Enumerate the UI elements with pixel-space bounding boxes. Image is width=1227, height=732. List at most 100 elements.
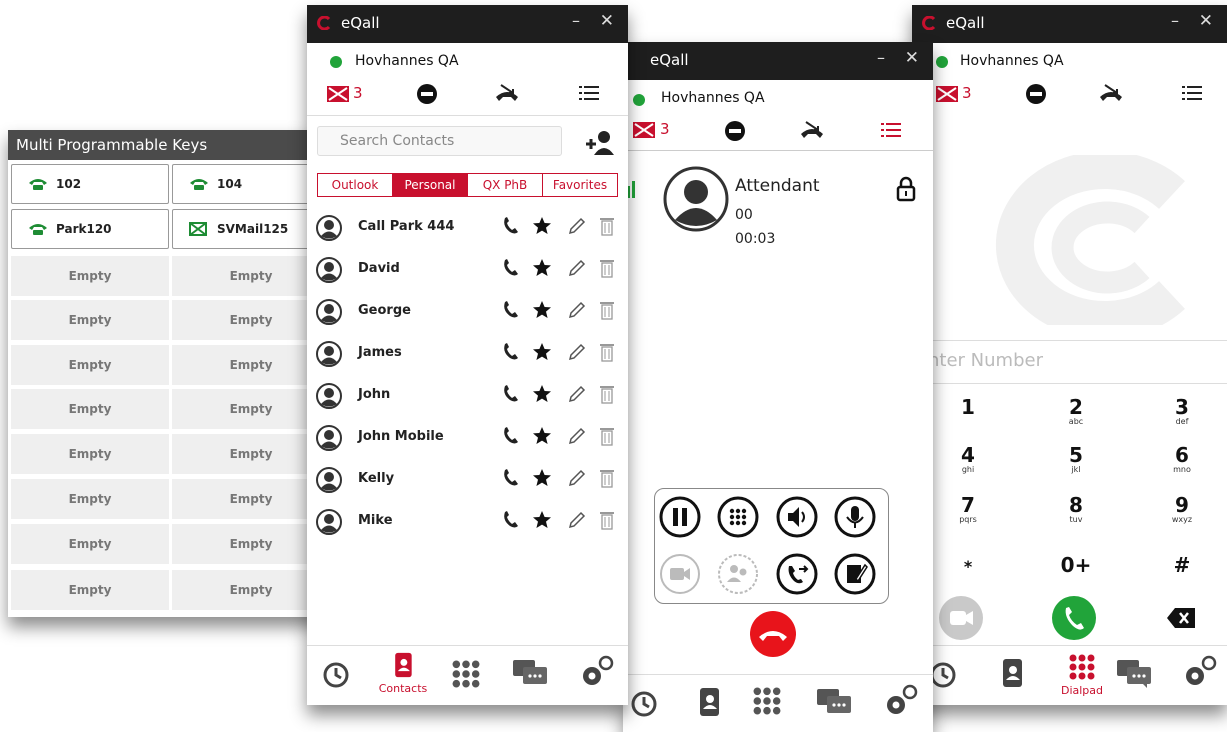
dialpad-key-star[interactable]: * (948, 557, 988, 577)
minimize-button[interactable]: – (1171, 11, 1179, 30)
voicemail-icon[interactable] (327, 86, 349, 102)
contact-row[interactable]: James (307, 333, 627, 375)
speaker-button[interactable] (776, 496, 818, 538)
dialpad-key-hash[interactable]: # (1162, 555, 1202, 575)
favorite-star-icon[interactable] (532, 510, 552, 530)
mpk-key-empty[interactable]: Empty (172, 300, 328, 340)
contacts-icon[interactable] (1000, 658, 1024, 688)
dialpad-icon[interactable] (452, 660, 480, 688)
dnd-icon[interactable] (417, 84, 437, 104)
dnd-icon[interactable] (1026, 84, 1046, 104)
edit-pencil-icon[interactable] (567, 216, 587, 236)
voicemail-icon[interactable] (633, 122, 655, 138)
contacts-icon[interactable] (697, 687, 721, 717)
settings-icon[interactable] (883, 683, 919, 719)
contact-row[interactable]: David (307, 249, 627, 291)
mpk-key-empty[interactable]: Empty (11, 479, 169, 519)
dialpad-key-9[interactable]: 9 wxyz (1162, 495, 1202, 524)
history-icon[interactable] (321, 660, 351, 690)
call-forward-icon[interactable] (494, 83, 520, 105)
favorite-star-icon[interactable] (532, 426, 552, 446)
mpk-key-empty[interactable]: Empty (11, 256, 169, 296)
history-icon[interactable] (629, 689, 659, 719)
contact-row[interactable]: John Mobile (307, 417, 627, 459)
delete-trash-icon[interactable] (599, 510, 615, 530)
tab-outlook[interactable]: Outlook (318, 174, 393, 196)
call-forward-icon[interactable] (1098, 83, 1124, 105)
dialpad-key-2[interactable]: 2 abc (1056, 397, 1096, 426)
mpk-key-empty[interactable]: Empty (11, 570, 169, 610)
number-input[interactable]: nter Number (912, 340, 1227, 384)
call-contact-icon[interactable] (502, 385, 520, 403)
contact-row[interactable]: Kelly (307, 459, 627, 501)
mpk-key-empty[interactable]: Empty (172, 479, 328, 519)
edit-pencil-icon[interactable] (567, 426, 587, 446)
call-contact-icon[interactable] (502, 301, 520, 319)
mpk-key-empty[interactable]: Empty (172, 256, 328, 296)
mpk-key-102[interactable]: 102 (11, 164, 169, 204)
dialpad-key-7[interactable]: 7 pqrs (948, 495, 988, 524)
dial-call-button[interactable] (1051, 595, 1097, 641)
nav-contacts[interactable]: Contacts (373, 652, 433, 695)
tab-favorites[interactable]: Favorites (543, 174, 617, 196)
delete-trash-icon[interactable] (599, 426, 615, 446)
hangup-button[interactable] (749, 610, 797, 658)
edit-pencil-icon[interactable] (567, 342, 587, 362)
delete-trash-icon[interactable] (599, 342, 615, 362)
mpk-key-empty[interactable]: Empty (11, 434, 169, 474)
close-button[interactable]: ✕ (600, 11, 614, 31)
mpk-key-park120[interactable]: Park120 (11, 209, 169, 249)
notes-button[interactable] (834, 553, 876, 595)
dialpad-key-8[interactable]: 8 tuv (1056, 495, 1096, 524)
video-call-button[interactable] (938, 595, 984, 641)
contact-row[interactable]: George (307, 291, 627, 333)
close-button[interactable]: ✕ (905, 48, 919, 68)
delete-trash-icon[interactable] (599, 300, 615, 320)
dnd-icon[interactable] (725, 121, 745, 141)
mpk-key-empty[interactable]: Empty (172, 524, 328, 564)
voicemail-icon[interactable] (936, 86, 958, 102)
edit-pencil-icon[interactable] (567, 300, 587, 320)
favorite-star-icon[interactable] (532, 216, 552, 236)
keypad-button[interactable] (717, 496, 759, 538)
edit-pencil-icon[interactable] (567, 384, 587, 404)
backspace-icon[interactable] (1167, 608, 1195, 628)
contact-row[interactable]: Call Park 444 (307, 207, 627, 249)
dialpad-icon[interactable] (753, 687, 781, 715)
dialpad-key-1[interactable]: 1 (948, 397, 988, 417)
favorite-star-icon[interactable] (532, 342, 552, 362)
mpk-key-empty[interactable]: Empty (11, 345, 169, 385)
mpk-key-empty[interactable]: Empty (172, 570, 328, 610)
mpk-key-104[interactable]: 104 (172, 164, 328, 204)
menu-list-icon[interactable] (1182, 85, 1202, 101)
chat-icon[interactable] (1117, 660, 1151, 688)
edit-pencil-icon[interactable] (567, 468, 587, 488)
call-contact-icon[interactable] (502, 217, 520, 235)
contact-row[interactable]: Mike (307, 501, 627, 543)
delete-trash-icon[interactable] (599, 384, 615, 404)
lock-icon[interactable] (896, 176, 916, 202)
call-contact-icon[interactable] (502, 511, 520, 529)
mpk-key-empty[interactable]: Empty (172, 389, 328, 429)
settings-icon[interactable] (1182, 654, 1218, 690)
minimize-button[interactable]: – (877, 48, 885, 67)
add-contact-icon[interactable] (584, 129, 616, 157)
favorite-star-icon[interactable] (532, 258, 552, 278)
hold-button[interactable] (659, 496, 701, 538)
nav-dialpad[interactable]: Dialpad (1052, 654, 1112, 697)
call-contact-icon[interactable] (502, 427, 520, 445)
mpk-key-svmail125[interactable]: SVMail125 (172, 209, 328, 249)
call-contact-icon[interactable] (502, 343, 520, 361)
dialpad-key-6[interactable]: 6 mno (1162, 445, 1202, 474)
delete-trash-icon[interactable] (599, 468, 615, 488)
dialpad-key-0[interactable]: 0+ (1056, 555, 1096, 575)
mute-button[interactable] (834, 496, 876, 538)
favorite-star-icon[interactable] (532, 384, 552, 404)
close-button[interactable]: ✕ (1199, 11, 1213, 31)
dialpad-key-5[interactable]: 5 jkl (1056, 445, 1096, 474)
search-contacts-input[interactable]: Search Contacts (317, 126, 562, 156)
menu-list-icon[interactable] (579, 85, 599, 101)
mpk-key-empty[interactable]: Empty (172, 434, 328, 474)
delete-trash-icon[interactable] (599, 258, 615, 278)
tab-qx-phb[interactable]: QX PhB (468, 174, 543, 196)
